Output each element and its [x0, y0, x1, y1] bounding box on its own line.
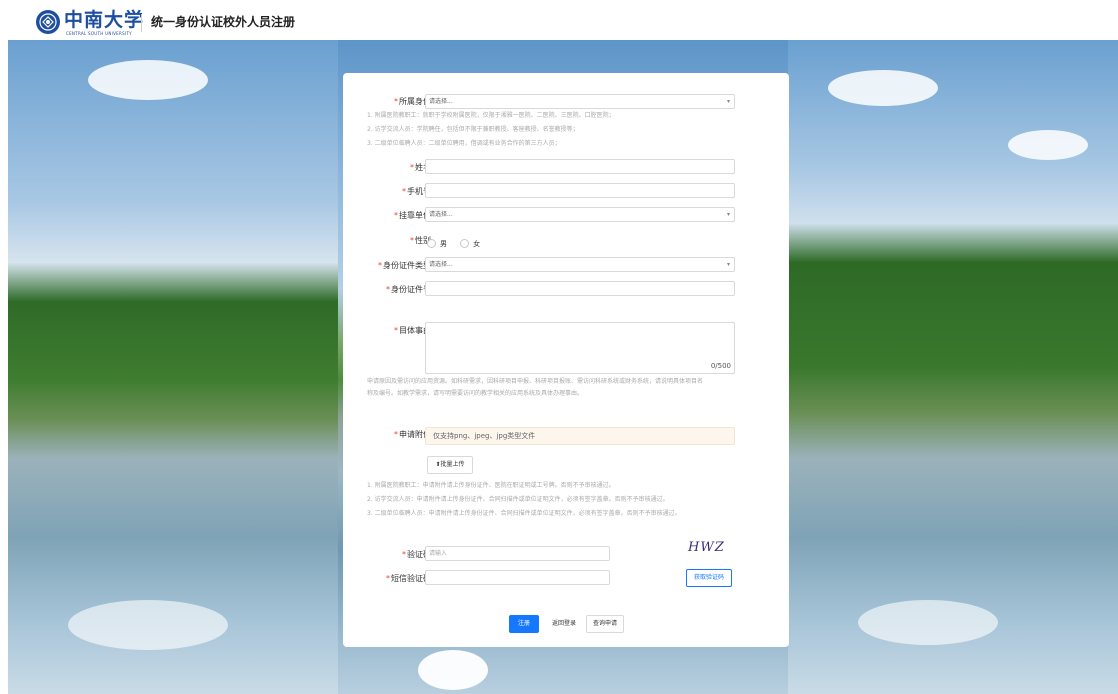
background-panel-right: [788, 40, 968, 694]
sms-code-input[interactable]: [425, 570, 610, 585]
back-to-login-button[interactable]: 返回登录: [545, 615, 583, 633]
batch-upload-button[interactable]: ⬆批量上传: [427, 456, 473, 474]
attachment-hint-1: 1. 附属医院教职工：申请附件请上传身份证件、医院在职证明或工号牌。否则不予审核…: [367, 482, 615, 489]
identity-select[interactable]: 请选择... ▾: [425, 94, 735, 109]
attachment-hint-2: 2. 访学交流人员：申请附件请上传身份证件、合同扫描件或单位证明文件，必须有签字…: [367, 496, 669, 503]
cloud: [1008, 130, 1088, 160]
reason-counter: 0/500: [710, 362, 731, 370]
chevron-down-icon: ▾: [726, 98, 730, 105]
gender-female-label: 女: [473, 239, 481, 248]
gender-male-label: 男: [440, 239, 447, 248]
gender-radio-female[interactable]: [460, 239, 470, 248]
attachment-dropzone[interactable]: 仅支持png、jpeg、jpg类型文件: [425, 427, 735, 445]
chevron-down-icon: ▾: [726, 261, 730, 268]
chevron-down-icon: ▾: [726, 211, 730, 218]
header-bar: 中南大学 CENTRAL SOUTH UNIVERSITY 统一身份认证校外人员…: [0, 0, 1118, 40]
gender-radio-male[interactable]: [427, 239, 436, 248]
unit-select[interactable]: 请选择... ▾: [425, 207, 735, 222]
university-logo-text: 中南大学: [64, 9, 145, 31]
id-number-input[interactable]: [425, 281, 735, 296]
university-seal-icon: [36, 10, 60, 34]
captcha-input[interactable]: 请输入: [425, 546, 610, 561]
cloud: [88, 60, 208, 100]
background-panel-left: [8, 40, 338, 694]
phone-input[interactable]: [425, 183, 735, 198]
reason-hint: 申请原因及需访问的应用资源。如科研需求，因科研项目申报、科研项目报账、需访问科研…: [367, 378, 704, 397]
header-divider: [141, 14, 142, 32]
reason-textarea[interactable]: 0/500: [425, 322, 735, 374]
cloud: [68, 600, 228, 650]
identity-hint-3: 3. 二级单位临聘人员：二级单位聘用，借调或有业务合作的第三方人员；: [367, 140, 561, 147]
query-application-button[interactable]: 查询申请: [586, 615, 624, 633]
page-title: 统一身份认证校外人员注册: [151, 15, 296, 29]
cloud: [418, 650, 488, 690]
registration-form: *所属身份 请选择... ▾ 1. 附属医院教职工：就职于学校附属医院，仅限于湘雅…: [343, 73, 789, 647]
identity-hint-1: 1. 附属医院教职工：就职于学校附属医院，仅限于湘雅一医院、二医院、三医院、口腔…: [367, 112, 615, 119]
gender-radio-group: 男 女: [427, 233, 488, 252]
university-logo-en: CENTRAL SOUTH UNIVERSITY: [66, 31, 132, 36]
captcha-image[interactable]: HWZ: [688, 540, 725, 555]
name-input[interactable]: [425, 159, 735, 174]
register-button[interactable]: 注册: [509, 615, 539, 633]
get-sms-code-button[interactable]: 获取验证码: [686, 569, 732, 587]
identity-hint-2: 2. 访学交流人员：学院聘任，包括但不限于兼职教授、客座教授、名誉教授等；: [367, 126, 579, 133]
id-type-label: *身份证件类型: [378, 261, 431, 270]
cloud: [858, 600, 998, 645]
id-type-select[interactable]: 请选择... ▾: [425, 257, 735, 272]
cloud: [828, 70, 938, 106]
attachment-hint-3: 3. 二级单位临聘人员：申请附件请上传身份证件、合同扫描件或单位证明文件，必须有…: [367, 510, 681, 517]
